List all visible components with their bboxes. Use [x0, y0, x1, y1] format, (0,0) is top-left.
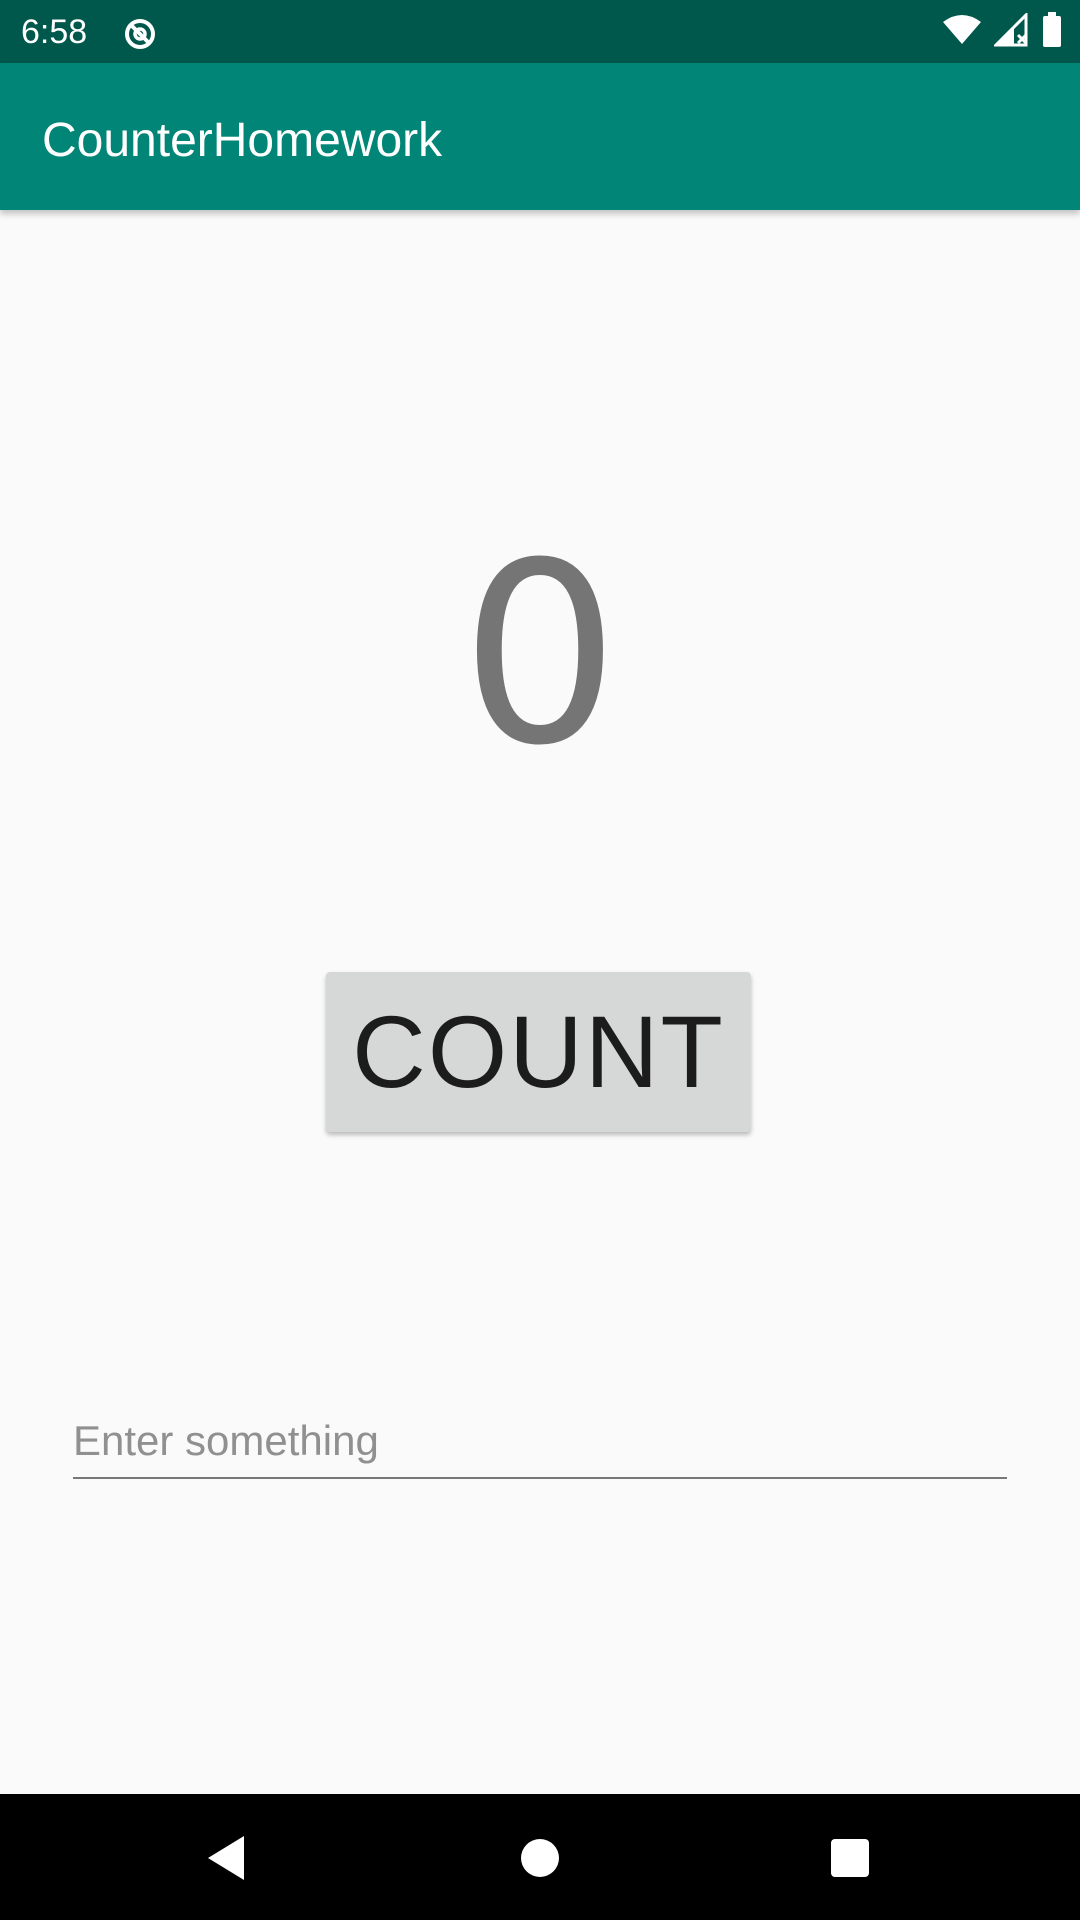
- status-icons: [942, 10, 1062, 53]
- battery-icon: [1042, 11, 1062, 53]
- count-display: 0: [460, 509, 620, 800]
- back-icon[interactable]: [196, 1828, 256, 1888]
- count-button[interactable]: COUNT: [326, 972, 751, 1132]
- screen: 6:58 CounterHomework 0 COUNT Enter somet…: [0, 0, 1080, 1920]
- app-bar: CounterHomework: [0, 63, 1080, 210]
- status-bar: 6:58: [0, 0, 1080, 63]
- home-icon[interactable]: [510, 1828, 570, 1888]
- wifi-icon: [942, 14, 982, 51]
- navigation-bar: [0, 1794, 1080, 1920]
- recents-icon[interactable]: [820, 1828, 880, 1888]
- status-time: 6:58: [21, 13, 88, 51]
- sync-icon: [120, 14, 160, 54]
- cellular-signal-icon: [992, 10, 1030, 52]
- app-title: CounterHomework: [42, 114, 443, 167]
- enter-something-input[interactable]: [73, 1405, 1007, 1479]
